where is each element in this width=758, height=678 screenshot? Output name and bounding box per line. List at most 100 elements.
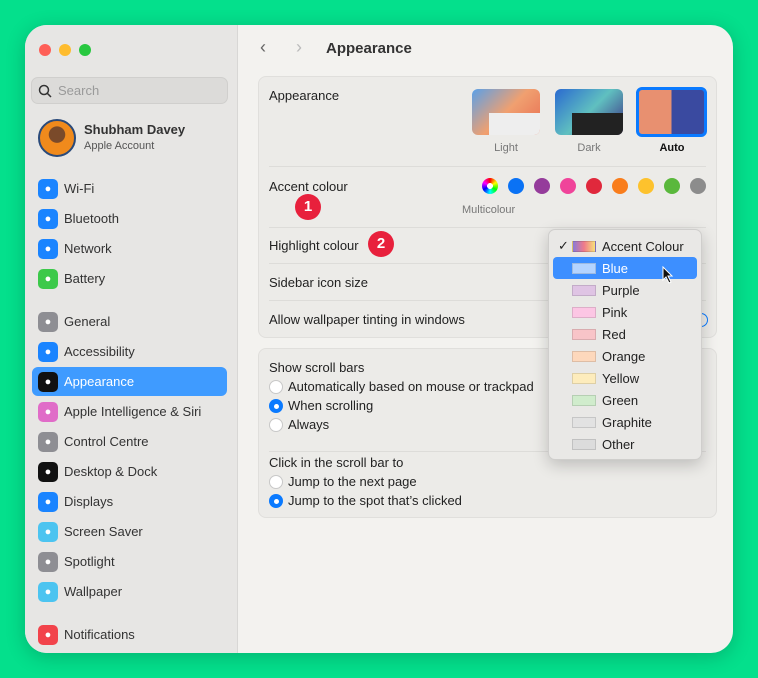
accent-colour-8[interactable] <box>690 178 706 194</box>
colour-swatch <box>572 350 596 362</box>
search-placeholder: Search <box>58 83 100 98</box>
sidebar-item-displays[interactable]: ● Displays <box>32 487 227 516</box>
sidebar-item-label: Spotlight <box>64 554 115 569</box>
avatar[interactable] <box>38 119 76 157</box>
close-button[interactable] <box>39 44 51 56</box>
sidebar-item-label: Wallpaper <box>64 584 123 599</box>
battery-icon: ● <box>38 268 58 289</box>
sidebar-item-general[interactable]: ● General <box>32 307 227 336</box>
sidebar-item-bluetooth[interactable]: ● Bluetooth <box>32 204 227 233</box>
search-input[interactable]: Search <box>31 77 228 104</box>
dock-icon: ● <box>38 461 58 482</box>
page-title: Appearance <box>326 40 412 57</box>
accent-colour-7[interactable] <box>664 178 680 194</box>
sun-icon: ● <box>38 491 58 512</box>
sidebar-item-label: General <box>64 314 111 329</box>
accent-colour-6[interactable] <box>638 178 654 194</box>
menu-item-red[interactable]: Red <box>553 323 697 345</box>
sidebar-item-label: Appearance <box>64 374 135 389</box>
accessibility-icon: ● <box>38 341 58 362</box>
sidebar-item-label: Control Centre <box>64 434 149 449</box>
magnifier-icon: ● <box>38 551 58 572</box>
colour-swatch <box>572 262 596 274</box>
appearance-dark-thumb[interactable] <box>555 89 623 135</box>
colour-swatch <box>572 372 596 384</box>
menu-item-label: Other <box>602 436 635 452</box>
zoom-button[interactable] <box>79 44 91 56</box>
menu-item-label: Blue <box>602 260 629 276</box>
scroll_bars-radio-1[interactable] <box>269 399 283 413</box>
menu-item-label: Accent Colour <box>602 238 684 254</box>
sidebar-item-appearance[interactable]: ● Appearance <box>32 367 227 396</box>
back-button[interactable]: ‹ <box>260 37 266 58</box>
sidebar-item-label: Apple Intelligence & Siri <box>64 404 202 419</box>
accent-colour-3[interactable] <box>560 178 576 194</box>
menu-item-label: Purple <box>602 282 640 298</box>
sidebar-item-network[interactable]: ● Network <box>32 234 227 263</box>
menu-item-other[interactable]: Other <box>553 433 697 455</box>
flower-icon: ● <box>38 581 58 602</box>
menu-item-accent-colour[interactable]: ✓ Accent Colour <box>553 235 697 257</box>
menu-item-graphite[interactable]: Graphite <box>553 411 697 433</box>
wifi-icon: ● <box>38 178 58 199</box>
scroll_bars-radio-2[interactable] <box>269 418 283 432</box>
scroll_bars-radio-0[interactable] <box>269 380 283 394</box>
globe-icon: ● <box>38 238 58 259</box>
click_scroll-radio-0[interactable] <box>269 475 283 489</box>
accent-colour-1[interactable] <box>508 178 524 194</box>
sidebar-item-label: Notifications <box>64 627 135 642</box>
siri-icon: ● <box>38 401 58 422</box>
menu-item-label: Graphite <box>602 414 652 430</box>
accent-colour-multicolour[interactable] <box>482 178 498 194</box>
appearance-auto-label: Auto <box>659 142 685 154</box>
minimize-button[interactable] <box>59 44 71 56</box>
sidebar: Search Shubham Davey Apple Account ● Wi-F… <box>25 25 238 653</box>
screen-saver-icon: ● <box>38 521 58 542</box>
menu-item-label: Orange <box>602 348 646 364</box>
menu-item-purple[interactable]: Purple <box>553 279 697 301</box>
appearance-dark-label: Dark <box>577 142 601 154</box>
click_scroll-option-label[interactable]: Jump to the spot that’s clicked <box>288 493 462 508</box>
accent-colour-4[interactable] <box>586 178 602 194</box>
accent-colour-5[interactable] <box>612 178 628 194</box>
menu-item-blue[interactable]: Blue <box>553 257 697 279</box>
click_scroll-radio-1[interactable] <box>269 494 283 508</box>
menu-item-label: Yellow <box>602 370 640 386</box>
menu-item-label: Red <box>602 326 626 342</box>
sidebar-item-label: Accessibility <box>64 344 135 359</box>
sidebar-item-label: Desktop & Dock <box>64 464 158 479</box>
menu-item-green[interactable]: Green <box>553 389 697 411</box>
control-centre-icon: ● <box>38 431 58 452</box>
click_scroll-option-label[interactable]: Jump to the next page <box>288 474 417 489</box>
menu-item-pink[interactable]: Pink <box>553 301 697 323</box>
sidebar-item-battery[interactable]: ● Battery <box>32 264 227 293</box>
forward-button[interactable]: › <box>296 37 302 58</box>
highlight-colour-menu: ✓ Accent Colour Blue Purple Pink Red Orange Yel… <box>548 229 702 460</box>
sidebar-item-wi-fi[interactable]: ● Wi-Fi <box>32 174 227 203</box>
sidebar-item-control-centre[interactable]: ● Control Centre <box>32 427 227 456</box>
sidebar-item-screen-saver[interactable]: ● Screen Saver <box>32 517 227 546</box>
sidebar-item-label: Displays <box>64 494 114 509</box>
sidebar-item-accessibility[interactable]: ● Accessibility <box>32 337 227 366</box>
sidebar-item-apple-intelligence-siri[interactable]: ● Apple Intelligence & Siri <box>32 397 227 426</box>
sidebar-item-label: Bluetooth <box>64 211 119 226</box>
user-name[interactable]: Shubham Davey <box>84 122 185 137</box>
sidebar-item-notifications[interactable]: ● Notifications <box>32 620 227 649</box>
bell-icon: ● <box>38 624 58 645</box>
scroll_bars-option-label[interactable]: Automatically based on mouse or trackpad <box>288 379 534 394</box>
sidebar-item-spotlight[interactable]: ● Spotlight <box>32 547 227 576</box>
colour-swatch <box>572 240 596 252</box>
menu-item-label: Green <box>602 392 639 408</box>
menu-item-orange[interactable]: Orange <box>553 345 697 367</box>
menu-item-yellow[interactable]: Yellow <box>553 367 697 389</box>
gear-icon: ● <box>38 311 58 332</box>
scroll_bars-option-label[interactable]: When scrolling <box>288 398 373 413</box>
search-icon <box>38 84 52 98</box>
accent-colour-2[interactable] <box>534 178 550 194</box>
appearance-auto-thumb[interactable] <box>636 87 707 137</box>
menu-item-label: Pink <box>602 304 628 320</box>
appearance-light-thumb[interactable] <box>472 89 540 135</box>
sidebar-item-wallpaper[interactable]: ● Wallpaper <box>32 577 227 606</box>
scroll_bars-option-label[interactable]: Always <box>288 417 329 432</box>
sidebar-item-desktop-dock[interactable]: ● Desktop & Dock <box>32 457 227 486</box>
